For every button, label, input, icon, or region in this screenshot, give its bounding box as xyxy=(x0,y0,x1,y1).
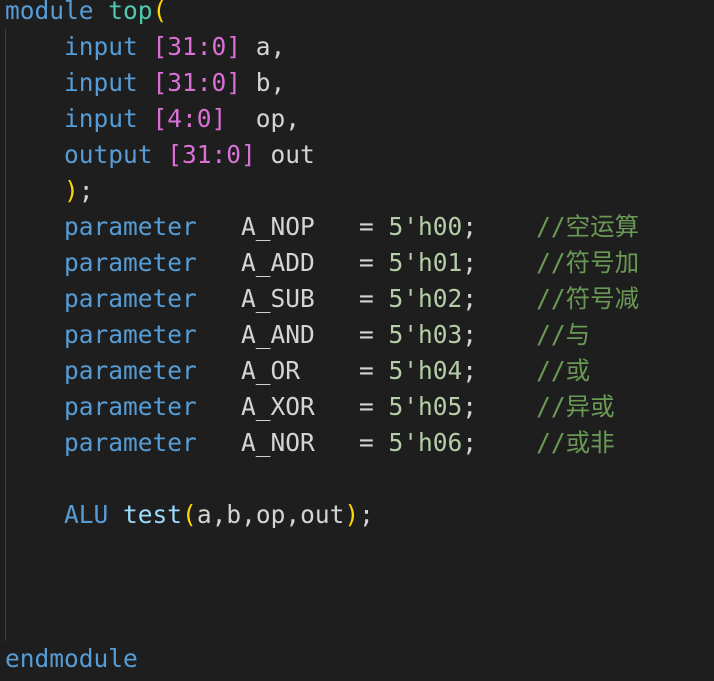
code-line[interactable]: parameter A_NOP = 5'h00; //空运算 xyxy=(5,209,705,245)
code-line[interactable]: ); xyxy=(5,173,705,209)
code-text-token: ; xyxy=(462,428,537,457)
number-literal-token: 5'h03 xyxy=(388,320,463,349)
code-text-token: ; xyxy=(462,356,537,385)
bit-range-token: [4:0] xyxy=(152,104,227,133)
number-literal-token: 5'h01 xyxy=(388,248,463,277)
bit-range-token: [31:0] xyxy=(152,32,242,61)
code-area[interactable]: module top( input [31:0] a, input [31:0]… xyxy=(5,0,705,677)
code-text-token: out xyxy=(255,140,315,169)
keyword-token: input xyxy=(5,68,153,97)
code-line[interactable] xyxy=(5,461,705,497)
keyword-token: parameter xyxy=(5,248,197,277)
code-text-token: ; xyxy=(462,392,537,421)
code-line[interactable]: endmodule xyxy=(5,641,705,677)
code-text-token: ; xyxy=(462,248,537,277)
keyword-token: output xyxy=(5,140,168,169)
code-line[interactable]: parameter A_XOR = 5'h05; //异或 xyxy=(5,389,705,425)
code-text-token: ; xyxy=(78,176,94,205)
code-line[interactable] xyxy=(5,569,705,605)
code-line[interactable]: parameter A_AND = 5'h03; //与 xyxy=(5,317,705,353)
code-text-token: op, xyxy=(226,104,301,133)
code-line[interactable]: ALU test(a,b,op,out); xyxy=(5,497,705,533)
code-line[interactable]: parameter A_ADD = 5'h01; //符号加 xyxy=(5,245,705,281)
paren-token: ( xyxy=(182,500,197,529)
code-text-token: b, xyxy=(241,68,286,97)
comment-token: //符号减 xyxy=(536,284,640,313)
keyword-token: module xyxy=(5,0,109,25)
code-line[interactable]: parameter A_NOR = 5'h06; //或非 xyxy=(5,425,705,461)
code-text-token: A_XOR = xyxy=(196,392,389,421)
code-text-token: A_SUB = xyxy=(196,284,389,313)
comment-token: //与 xyxy=(536,320,591,349)
code-line[interactable]: parameter A_SUB = 5'h02; //符号减 xyxy=(5,281,705,317)
comment-token: //空运算 xyxy=(536,212,640,241)
keyword-token: parameter xyxy=(5,212,197,241)
code-line[interactable] xyxy=(5,605,705,641)
keyword-token: parameter xyxy=(5,284,197,313)
keyword-token: parameter xyxy=(5,392,197,421)
number-literal-token: 5'h04 xyxy=(388,356,463,385)
code-line[interactable]: module top( xyxy=(5,0,705,29)
instance-name-token: test xyxy=(123,500,183,529)
code-line[interactable] xyxy=(5,533,705,569)
code-line[interactable]: input [4:0] op, xyxy=(5,101,705,137)
code-text-token: ; xyxy=(462,284,537,313)
keyword-token: endmodule xyxy=(5,644,138,673)
comment-token: //或非 xyxy=(536,428,615,457)
keyword-token: input xyxy=(5,32,153,61)
code-text-token: ; xyxy=(462,212,537,241)
keyword-token: ALU xyxy=(5,500,109,529)
keyword-token: parameter xyxy=(5,320,197,349)
bit-range-token: [31:0] xyxy=(167,140,256,169)
code-text-token: A_NOR = xyxy=(196,428,389,457)
paren-token: ) xyxy=(5,176,79,205)
comment-token: //异或 xyxy=(536,392,615,421)
bit-range-token: [31:0] xyxy=(152,68,242,97)
code-text-token: A_OR = xyxy=(196,356,389,385)
comment-token: //或 xyxy=(536,356,591,385)
code-text-token: A_NOP = xyxy=(196,212,389,241)
keyword-token: parameter xyxy=(5,356,197,385)
code-text-token: ; xyxy=(462,320,537,349)
code-line[interactable]: output [31:0] out xyxy=(5,137,705,173)
code-text-token: a, xyxy=(241,32,286,61)
comment-token: //符号加 xyxy=(536,248,640,277)
code-text-token: ; xyxy=(359,500,374,529)
code-text-token: a,b,op,out xyxy=(196,500,345,529)
code-line[interactable]: parameter A_OR = 5'h04; //或 xyxy=(5,353,705,389)
keyword-token: input xyxy=(5,104,153,133)
code-text-token: A_ADD = xyxy=(196,248,389,277)
number-literal-token: 5'h02 xyxy=(388,284,463,313)
number-literal-token: 5'h06 xyxy=(388,428,463,457)
code-line[interactable]: input [31:0] b, xyxy=(5,65,705,101)
module-name-token: top xyxy=(108,0,153,25)
code-line[interactable]: input [31:0] a, xyxy=(5,29,705,65)
code-text-token: A_AND = xyxy=(196,320,389,349)
paren-token: ) xyxy=(344,500,360,529)
code-editor[interactable]: module top( input [31:0] a, input [31:0]… xyxy=(0,0,714,681)
keyword-token: parameter xyxy=(5,428,197,457)
number-literal-token: 5'h00 xyxy=(388,212,463,241)
number-literal-token: 5'h05 xyxy=(388,392,463,421)
paren-token: ( xyxy=(152,0,168,25)
